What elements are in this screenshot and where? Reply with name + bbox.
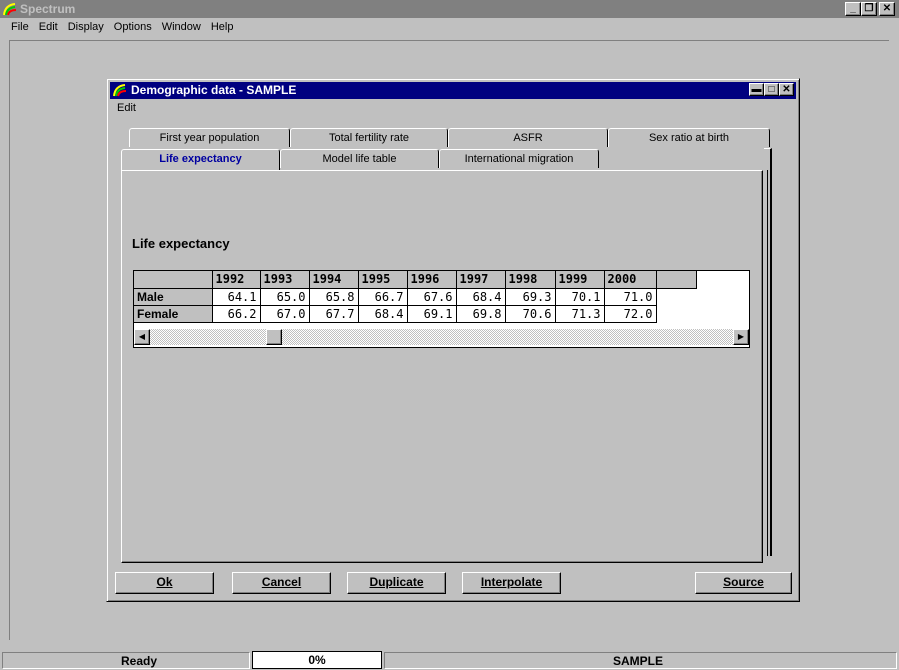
- minimize-button[interactable]: _: [845, 2, 861, 16]
- dialog-menu-edit[interactable]: Edit: [117, 102, 136, 114]
- tab-sex-ratio-at-birth[interactable]: Sex ratio at birth: [608, 128, 770, 147]
- tab-life-expectancy[interactable]: Life expectancy: [121, 149, 280, 170]
- progress-indicator: 0%: [252, 651, 382, 669]
- dialog-close-button[interactable]: ✕: [779, 83, 794, 96]
- restore-button[interactable]: ❐: [861, 2, 877, 16]
- status-project: SAMPLE: [384, 652, 897, 669]
- menu-edit[interactable]: Edit: [34, 18, 63, 38]
- ok-button[interactable]: Ok: [115, 572, 214, 594]
- dialog-minimize-button[interactable]: ▬: [749, 83, 764, 96]
- cancel-button[interactable]: Cancel: [232, 572, 331, 594]
- status-text: Ready: [2, 652, 250, 669]
- tab-first-year-population[interactable]: First year population: [129, 128, 290, 147]
- dialog-title: Demographic data - SAMPLE: [131, 83, 297, 97]
- duplicate-button[interactable]: Duplicate: [347, 572, 446, 594]
- app-title: Spectrum: [20, 2, 76, 16]
- dialog-maximize-button[interactable]: □: [764, 83, 779, 96]
- close-button[interactable]: ✕: [879, 2, 895, 16]
- menu-file[interactable]: File: [6, 18, 34, 38]
- source-button[interactable]: Source: [695, 572, 792, 594]
- menu-options[interactable]: Options: [109, 18, 157, 38]
- tab-international-migration[interactable]: International migration: [439, 149, 599, 168]
- spectrum-logo-icon: [3, 3, 17, 16]
- status-bar: Ready 0% SAMPLE: [0, 650, 899, 670]
- spectrum-logo-icon: [113, 84, 127, 97]
- menu-display[interactable]: Display: [63, 18, 109, 38]
- menu-help[interactable]: Help: [206, 18, 239, 38]
- tab-asfr[interactable]: ASFR: [448, 128, 608, 147]
- menu-window[interactable]: Window: [157, 18, 206, 38]
- tab-total-fertility-rate[interactable]: Total fertility rate: [290, 128, 448, 147]
- tab-model-life-table[interactable]: Model life table: [280, 149, 439, 168]
- app-titlebar: Spectrum _ ❐ ✕: [0, 0, 899, 18]
- menubar: File Edit Display Options Window Help: [0, 18, 899, 38]
- dialog-titlebar[interactable]: Demographic data - SAMPLE ▬ □ ✕: [110, 82, 796, 99]
- tab-panel-life-expectancy: [121, 170, 763, 563]
- interpolate-button[interactable]: Interpolate: [462, 572, 561, 594]
